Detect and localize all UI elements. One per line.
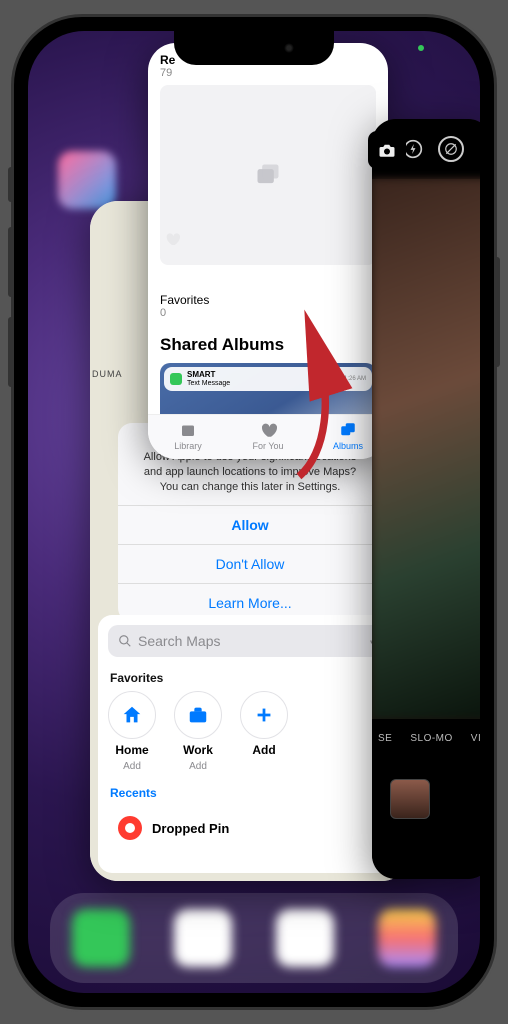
- album-thumbnail[interactable]: [160, 85, 376, 265]
- maps-bottom-sheet[interactable]: Search Maps Mo Favorites Home Add Work A…: [98, 615, 402, 873]
- volume-down-button[interactable]: [8, 317, 14, 387]
- notification-app-icon: [170, 373, 182, 385]
- albums-icon: [338, 421, 358, 439]
- iphone-frame: River DUMA ☁️ 2 Help Improve Allow Apple…: [14, 17, 494, 1007]
- favorite-label: Work: [183, 743, 213, 757]
- recents-header: Recents: [110, 786, 390, 800]
- dock-app-icon: [378, 909, 436, 967]
- favorites-row: Home Add Work Add Add: [108, 691, 392, 772]
- favorites-count: 0: [160, 307, 376, 319]
- favorite-sublabel: [263, 761, 266, 772]
- for-you-icon: [258, 421, 278, 439]
- favorite-label: Home: [115, 743, 148, 757]
- mode-video[interactable]: VID: [471, 733, 480, 744]
- camera-viewfinder[interactable]: [372, 179, 480, 719]
- tab-for-you[interactable]: For You: [228, 421, 308, 451]
- dock-app-icon: [276, 909, 334, 967]
- notification-preview: SMART Text Message 11:26 AM: [164, 367, 372, 391]
- heart-icon: [164, 231, 180, 247]
- power-button[interactable]: [494, 257, 500, 367]
- library-icon: [178, 421, 198, 439]
- home-icon: [108, 691, 156, 739]
- screen: River DUMA ☁️ 2 Help Improve Allow Apple…: [28, 31, 480, 993]
- tab-label: For You: [252, 441, 283, 451]
- allow-button[interactable]: Allow: [118, 505, 382, 544]
- mode-slomo[interactable]: SLO-MO: [410, 733, 452, 744]
- flash-icon: [403, 139, 423, 159]
- album-count: 79: [160, 67, 376, 79]
- photos-tab-bar: Library For You Albums: [148, 414, 388, 459]
- last-photo-thumbnail[interactable]: [390, 779, 430, 819]
- favorite-add[interactable]: Add: [240, 691, 288, 772]
- camera-app-icon[interactable]: [368, 131, 406, 169]
- notification-time: 11:26 AM: [341, 376, 366, 382]
- search-input[interactable]: Search Maps: [108, 625, 392, 657]
- shared-albums-header: Shared Albums: [148, 321, 388, 363]
- dock: [50, 893, 458, 983]
- search-placeholder: Search Maps: [138, 633, 220, 649]
- favorites-header: Favorites: [110, 671, 390, 685]
- favorites-album[interactable]: Favorites 0: [148, 291, 388, 321]
- favorite-sublabel: Add: [189, 761, 207, 772]
- app-card-photos[interactable]: Re 79 Favorites 0 Shared Albums SMART: [148, 43, 388, 459]
- favorite-label: Add: [252, 743, 275, 757]
- app-card-camera[interactable]: SE SLO-MO VID: [372, 119, 480, 879]
- camera-bottom-bar: SE SLO-MO VID: [372, 719, 480, 879]
- search-icon: [118, 634, 132, 648]
- dont-allow-button[interactable]: Don't Allow: [118, 544, 382, 583]
- plus-icon: [240, 691, 288, 739]
- favorites-label: Favorites: [160, 293, 376, 307]
- mode-se[interactable]: SE: [378, 733, 392, 744]
- tab-library[interactable]: Library: [148, 421, 228, 451]
- recent-title: Dropped Pin: [152, 821, 229, 836]
- silent-switch[interactable]: [8, 167, 14, 202]
- camera-icon: [376, 141, 398, 159]
- camera-modes[interactable]: SE SLO-MO VID: [372, 733, 480, 744]
- favorite-sublabel: Add: [123, 761, 141, 772]
- briefcase-icon: [174, 691, 222, 739]
- favorite-home[interactable]: Home Add: [108, 691, 156, 772]
- notch: [174, 31, 334, 65]
- map-area-label: DUMA: [92, 369, 123, 379]
- night-mode-button[interactable]: [438, 136, 464, 162]
- dock-app-icon: [174, 909, 232, 967]
- tab-label: Albums: [333, 441, 363, 451]
- camera-in-use-indicator: [418, 45, 424, 51]
- volume-up-button[interactable]: [8, 227, 14, 297]
- favorite-work[interactable]: Work Add: [174, 691, 222, 772]
- tab-label: Library: [174, 441, 202, 451]
- photos-stack-icon: [254, 161, 282, 189]
- recent-item[interactable]: Dropped Pin: [108, 806, 392, 850]
- dock-app-icon: [72, 909, 130, 967]
- notification-sender: SMART: [187, 371, 230, 380]
- notification-body: Text Message: [187, 380, 230, 387]
- pin-icon: [118, 816, 142, 840]
- night-mode-off-icon: [444, 142, 458, 156]
